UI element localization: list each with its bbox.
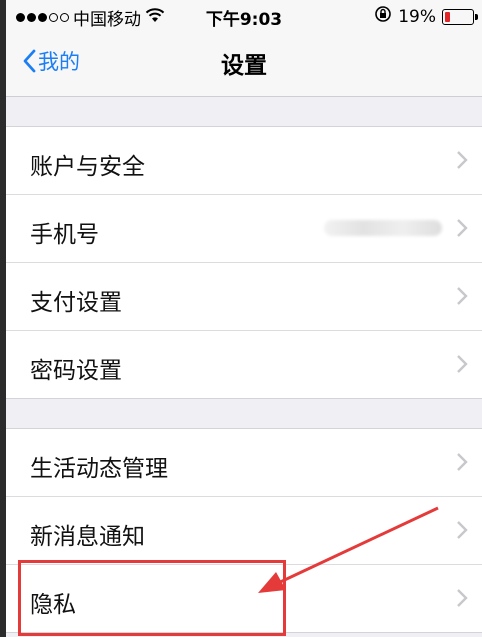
settings-item-payment[interactable]: 支付设置 [6, 263, 482, 331]
settings-item-account-security[interactable]: 账户与安全 [6, 127, 482, 195]
page-title: 设置 [221, 53, 267, 79]
chevron-right-icon [457, 521, 468, 539]
battery-percent: 19% [398, 6, 436, 27]
settings-item-label: 支付设置 [30, 290, 122, 316]
settings-item-label: 手机号 [30, 222, 99, 248]
status-right: 19% [374, 5, 478, 28]
settings-item-password[interactable]: 密码设置 [6, 331, 482, 398]
navigation-bar: 我的 设置 [6, 32, 482, 97]
annotation-highlight-box [18, 560, 286, 636]
chevron-right-icon [457, 287, 468, 305]
lock-rotation-icon [374, 5, 392, 28]
settings-item-moments-management[interactable]: 生活动态管理 [6, 429, 482, 497]
settings-item-label: 账户与安全 [30, 154, 145, 180]
battery-fill [445, 11, 450, 22]
chevron-right-icon [457, 151, 468, 169]
settings-item-label: 新消息通知 [30, 524, 145, 550]
phone-screen: 中国移动 下午9:03 19% 我的 设置 账户与安全 手机号 支付设置 密码设… [6, 0, 482, 637]
battery-icon [442, 8, 478, 25]
settings-item-label: 密码设置 [30, 358, 122, 384]
chevron-right-icon [457, 219, 468, 237]
chevron-right-icon [457, 453, 468, 471]
chevron-right-icon [457, 589, 468, 607]
settings-group-account: 账户与安全 手机号 支付设置 密码设置 [6, 126, 482, 399]
chevron-right-icon [457, 355, 468, 373]
status-bar: 中国移动 下午9:03 19% [6, 0, 482, 32]
settings-item-label: 生活动态管理 [30, 456, 168, 482]
settings-item-notifications[interactable]: 新消息通知 [6, 497, 482, 565]
redacted-phone-value [324, 220, 442, 236]
settings-item-phone-number[interactable]: 手机号 [6, 195, 482, 263]
